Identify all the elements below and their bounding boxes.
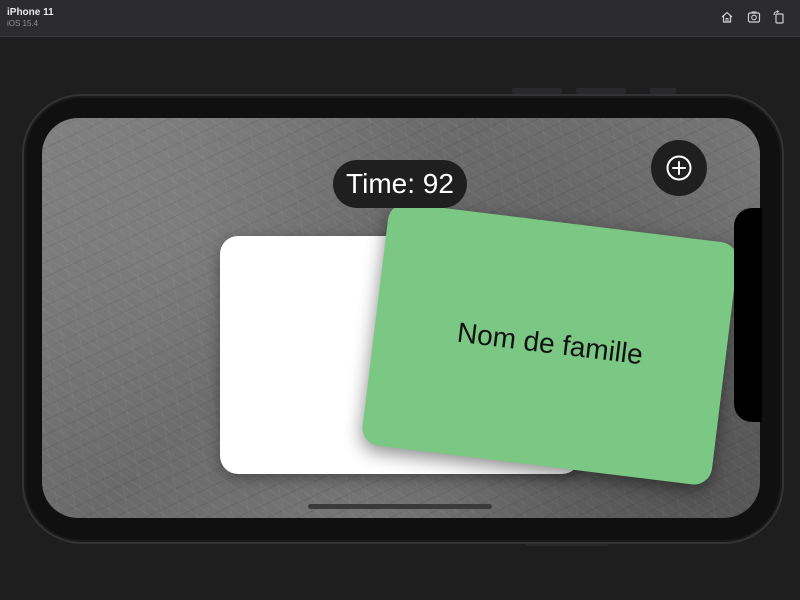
card-word: Nom de famille [455, 316, 645, 371]
camera-notch [734, 208, 762, 422]
rotate-button[interactable] [771, 9, 787, 25]
word-card[interactable]: Nom de famille [360, 201, 740, 487]
timer-label: Time: 92 [333, 160, 467, 208]
simulator-titlebar: iPhone 11 iOS 15.4 [0, 0, 800, 37]
plus-circle-icon [666, 155, 692, 181]
home-indicator[interactable] [308, 504, 492, 509]
device-os-version: iOS 15.4 [7, 19, 39, 28]
device-name: iPhone 11 [7, 7, 54, 18]
timer-text: Time: 92 [346, 168, 454, 199]
home-icon [721, 11, 733, 23]
home-button[interactable] [719, 9, 735, 25]
add-button[interactable] [651, 140, 707, 196]
screenshot-button[interactable] [746, 9, 762, 25]
rotate-icon [773, 10, 784, 24]
screenshot-icon [747, 11, 761, 23]
